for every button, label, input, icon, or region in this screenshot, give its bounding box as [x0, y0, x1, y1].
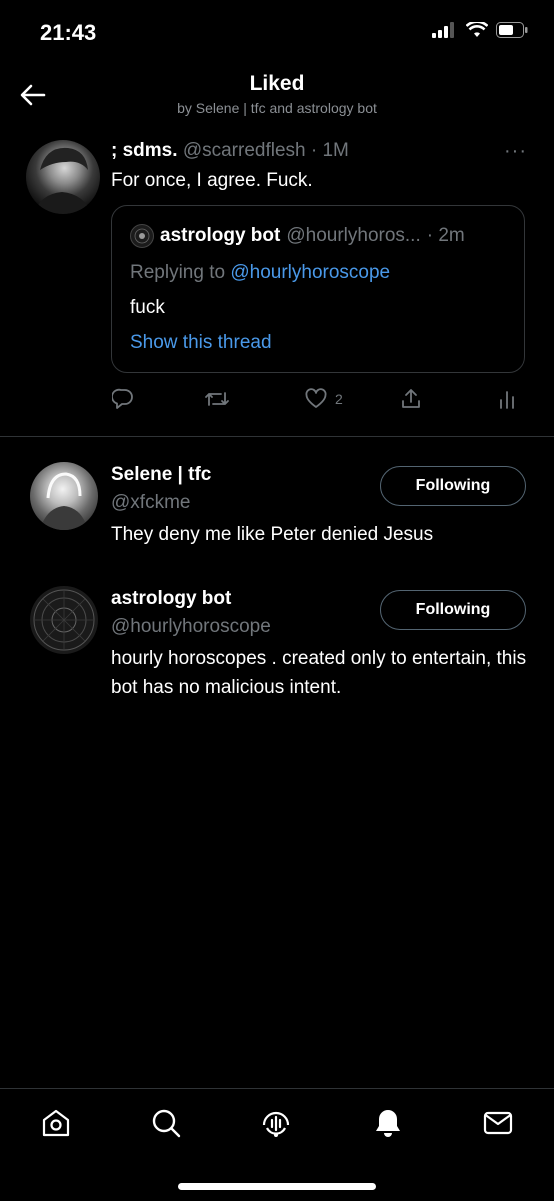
quoted-author-name[interactable]: astrology bot — [160, 225, 280, 247]
share-button[interactable] — [400, 386, 422, 412]
quoted-text: fuck — [130, 297, 165, 318]
user-handle[interactable]: @xfckme — [111, 492, 190, 514]
home-icon[interactable] — [40, 1107, 72, 1139]
replying-to-label: Replying to — [130, 262, 226, 283]
heart-icon — [305, 388, 327, 408]
more-options-icon[interactable]: ··· — [504, 140, 527, 163]
status-icons — [432, 22, 528, 38]
wifi-icon — [466, 22, 488, 37]
quoted-tweet[interactable]: astrology bot @hourlyhoros... · 2m Reply… — [111, 205, 525, 373]
quoted-tweet-header: astrology bot @hourlyhoros... · 2m — [130, 224, 465, 248]
user-bio: They deny me like Peter denied Jesus — [111, 524, 434, 545]
status-time: 21:43 — [40, 20, 97, 45]
retweet-icon — [205, 392, 229, 406]
analytics-icon — [500, 391, 514, 409]
like-button[interactable]: 2 — [305, 386, 343, 412]
avatar[interactable] — [30, 586, 98, 654]
like-count: 2 — [335, 391, 343, 407]
share-icon — [402, 389, 420, 408]
page-title: Liked — [249, 72, 305, 95]
replying-to-handle[interactable]: @hourlyhoroscope — [230, 262, 390, 283]
retweet-button[interactable] — [204, 386, 230, 412]
avatar — [130, 224, 154, 248]
reply-icon — [112, 388, 133, 409]
user-name[interactable]: astrology bot — [111, 588, 231, 610]
page-subtitle: by Selene | tfc and astrology bot — [177, 100, 377, 116]
quoted-time: · 2m — [426, 225, 465, 246]
user-cell[interactable]: astrology bot @hourlyhoroscope hourly ho… — [0, 572, 554, 712]
show-thread-link[interactable]: Show this thread — [130, 332, 272, 354]
following-button[interactable]: Following — [380, 466, 526, 506]
reply-button[interactable] — [112, 386, 134, 412]
status-bar: 21:43 — [0, 0, 554, 64]
tweet[interactable]: ; sdms. @scarredflesh · 1M ··· For once,… — [0, 128, 554, 437]
avatar-photo-icon — [40, 472, 88, 530]
user-name[interactable]: Selene | tfc — [111, 464, 211, 486]
zodiac-wheel-icon — [33, 589, 95, 651]
quoted-author-handle[interactable]: @hourlyhoros... — [286, 225, 420, 247]
following-button[interactable]: Following — [380, 590, 526, 630]
replying-to: Replying to @hourlyhoroscope — [130, 262, 390, 284]
messages-icon[interactable] — [482, 1107, 514, 1139]
signal-icon — [432, 22, 454, 38]
spaces-icon[interactable] — [260, 1107, 292, 1139]
avatar[interactable] — [30, 462, 98, 530]
page-header: Liked by Selene | tfc and astrology bot — [0, 64, 554, 128]
analytics-button[interactable] — [498, 386, 516, 412]
home-indicator — [178, 1183, 376, 1190]
battery-icon — [496, 22, 528, 38]
notifications-icon[interactable] — [372, 1107, 404, 1139]
search-icon[interactable] — [150, 1107, 182, 1139]
tweet-header: ; sdms. @scarredflesh · 1M — [111, 140, 349, 162]
tweet-author-handle[interactable]: @scarredflesh — [183, 140, 306, 161]
user-handle[interactable]: @hourlyhoroscope — [111, 616, 271, 638]
user-bio: hourly horoscopes . created only to ente… — [111, 648, 527, 698]
avatar[interactable] — [26, 140, 100, 214]
tweet-time: · 1M — [310, 140, 349, 161]
user-cell[interactable]: Selene | tfc @xfckme They deny me like P… — [0, 448, 554, 558]
tweet-text: For once, I agree. Fuck. — [111, 170, 313, 191]
avatar-photo-icon — [34, 147, 92, 214]
tweet-author-name[interactable]: ; sdms. — [111, 140, 178, 161]
